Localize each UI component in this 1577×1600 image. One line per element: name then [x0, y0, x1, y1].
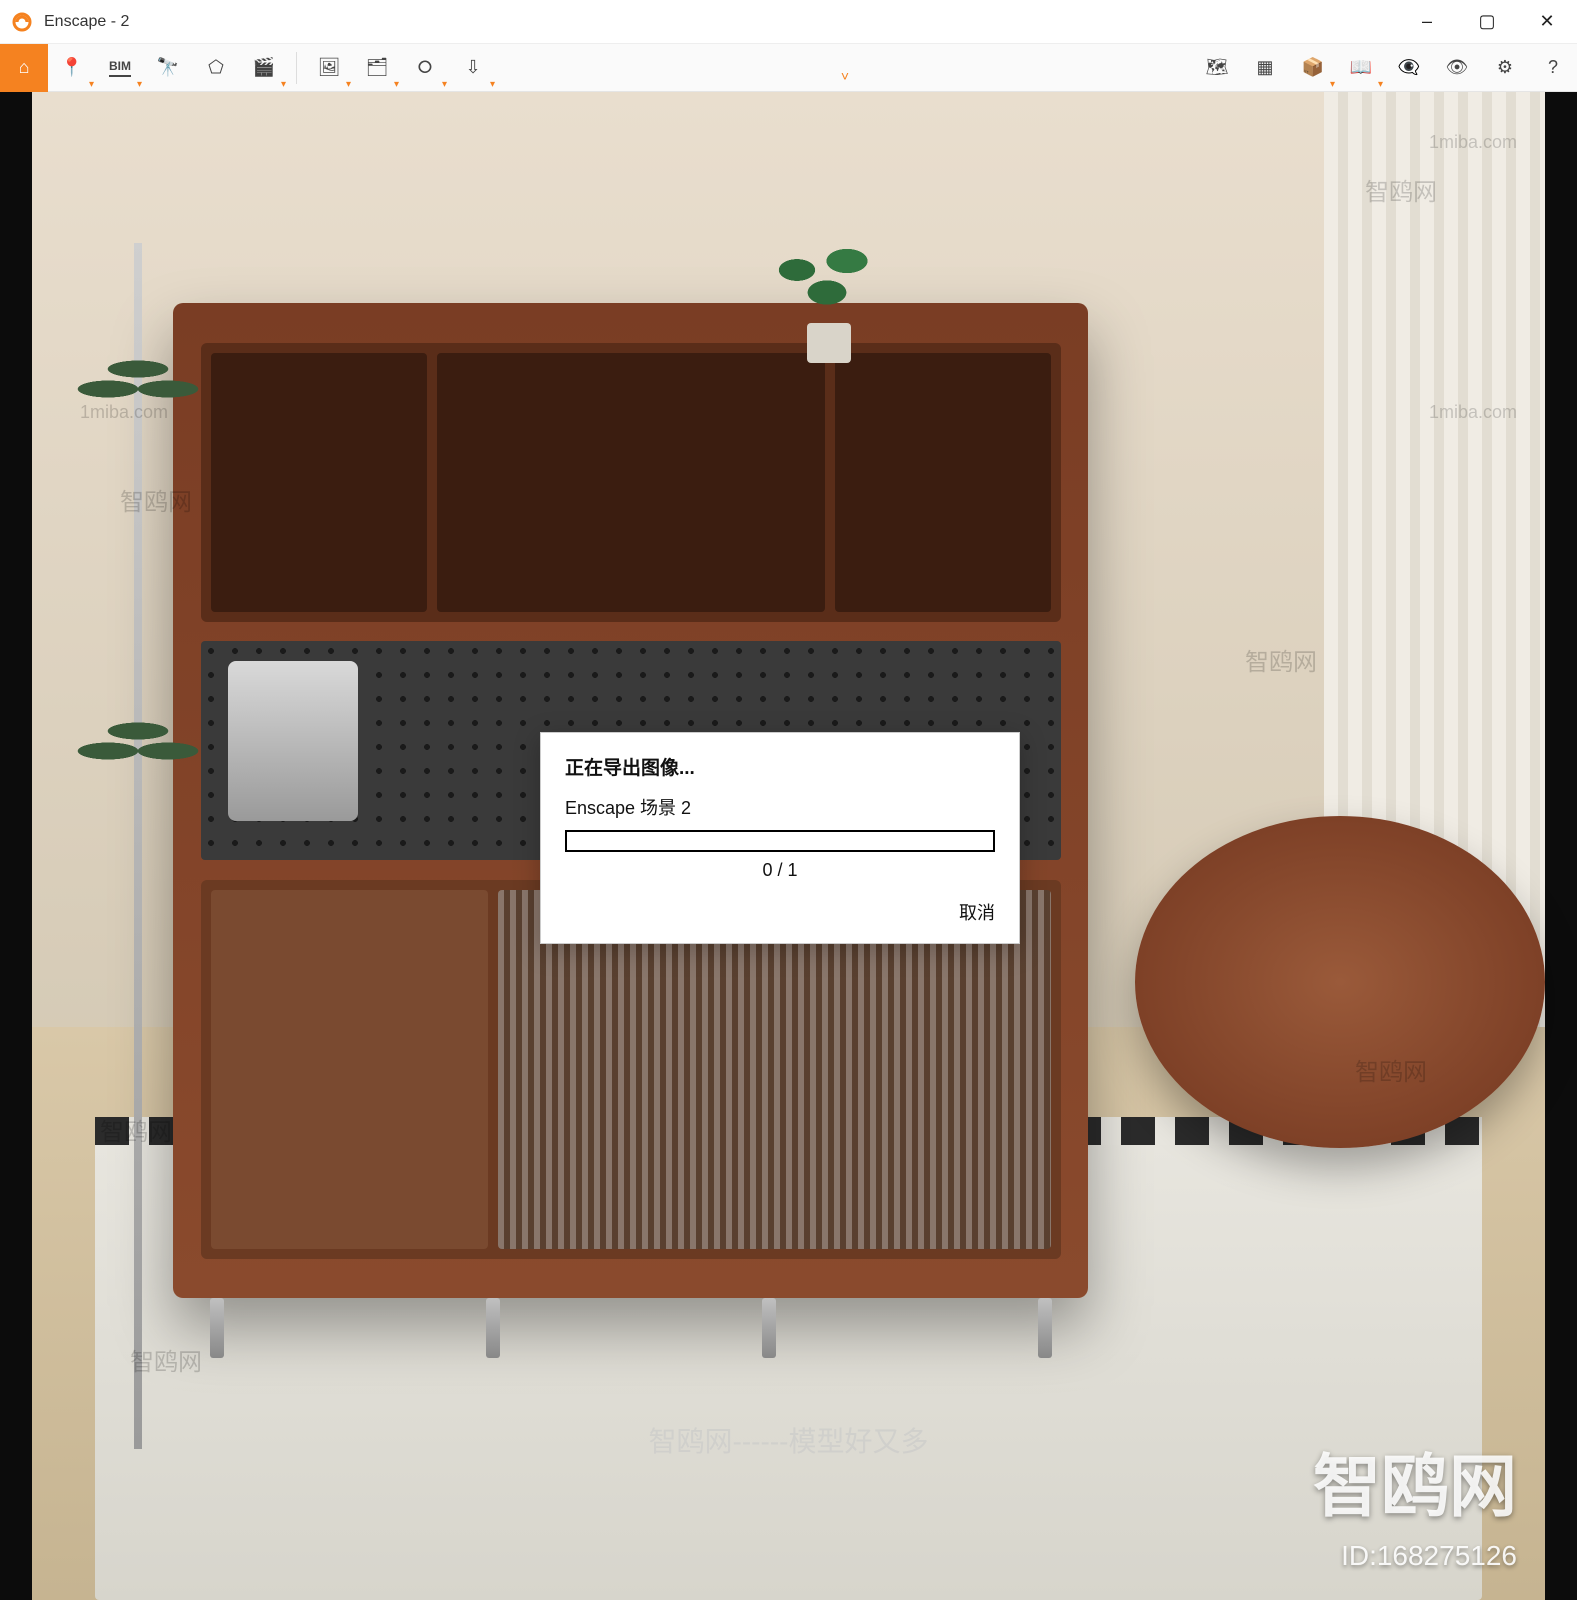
- toolbar: ⌂ 📍▾ BIM▾ 🔭 ⬠ 🎬▾ 🖼▾ 🗂▾ ⭘▾ ⇩▾ ˅ 🗺 ▦ 📦▾ 📖▾…: [0, 44, 1577, 92]
- map-icon[interactable]: 🗺: [1193, 44, 1241, 92]
- dialog-counter: 0 / 1: [565, 860, 995, 881]
- home-icon[interactable]: ⌂: [0, 44, 48, 92]
- help-icon[interactable]: ?: [1529, 44, 1577, 92]
- binoculars-icon[interactable]: 🔭: [144, 44, 192, 92]
- scene-table: [1135, 816, 1545, 1148]
- batch-render-icon[interactable]: 🗂▾: [353, 44, 401, 92]
- view-cube-icon[interactable]: ⬠: [192, 44, 240, 92]
- clapper-icon[interactable]: 🎬▾: [240, 44, 288, 92]
- screenshot-icon[interactable]: 🖼▾: [305, 44, 353, 92]
- asset-library-icon[interactable]: ▦: [1241, 44, 1289, 92]
- settings-icon[interactable]: ⚙: [1481, 44, 1529, 92]
- viewport-letterbox-right: [1545, 92, 1577, 1600]
- pin-icon[interactable]: 📍▾: [48, 44, 96, 92]
- cancel-button[interactable]: 取消: [959, 903, 995, 923]
- viewpoint-icon[interactable]: 👁‍🗨: [1385, 44, 1433, 92]
- exe-export-icon[interactable]: ⇩▾: [449, 44, 497, 92]
- watermark-tag: 智鸥网: [1245, 642, 1317, 677]
- toolbar-separator: [296, 52, 297, 84]
- pano-360-icon[interactable]: ⭘▾: [401, 44, 449, 92]
- export-dialog: 正在导出图像... Enscape 场景 2 0 / 1 取消: [540, 732, 1020, 944]
- minimize-button[interactable]: –: [1397, 0, 1457, 44]
- book-icon[interactable]: 📖▾: [1337, 44, 1385, 92]
- eye-icon[interactable]: 👁: [1433, 44, 1481, 92]
- maximize-button[interactable]: ▢: [1457, 0, 1517, 44]
- viewport-letterbox-left: [0, 92, 32, 1600]
- render-viewport[interactable]: 1miba.com 智鸥网 智鸥网 智鸥网 智鸥网 智鸥网 智鸥网 1miba.…: [0, 92, 1577, 1600]
- dialog-progress-bar: [565, 830, 995, 852]
- bim-icon[interactable]: BIM▾: [96, 44, 144, 92]
- enscape-app-icon: [10, 10, 34, 34]
- close-button[interactable]: ✕: [1517, 0, 1577, 44]
- scene-plant: [767, 243, 887, 363]
- scene-espresso-machine: [228, 661, 358, 821]
- window-title: Enscape - 2: [44, 13, 129, 31]
- toolbar-expand-icon[interactable]: ˅: [841, 68, 849, 84]
- dialog-heading: 正在导出图像...: [565, 753, 995, 780]
- titlebar: Enscape - 2 – ▢ ✕: [0, 0, 1577, 44]
- scene-tree: [63, 243, 213, 1449]
- dialog-subtitle: Enscape 场景 2: [565, 794, 995, 820]
- box-icon[interactable]: 📦▾: [1289, 44, 1337, 92]
